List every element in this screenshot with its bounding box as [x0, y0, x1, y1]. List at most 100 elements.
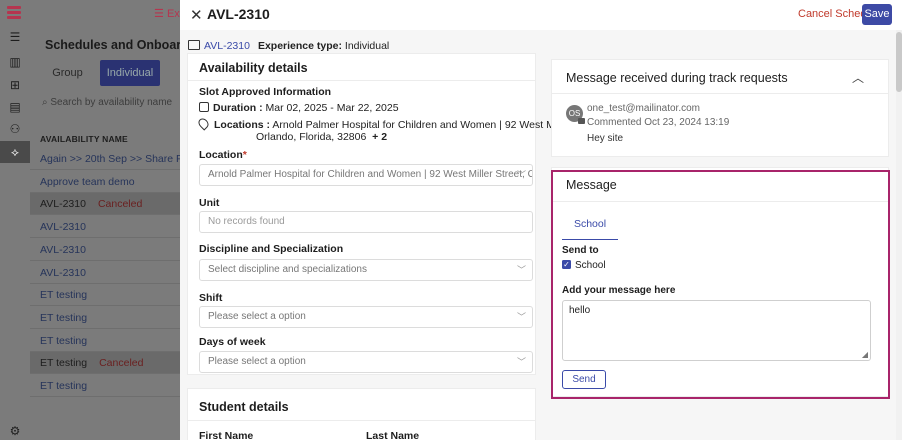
list-item-name: Again >> 20th Sep >> Share Profile Testi [40, 153, 180, 165]
tab-group[interactable]: Group [40, 60, 95, 86]
message-text: hello [569, 305, 591, 316]
list-item-name: ET testing [40, 289, 88, 302]
discipline-select[interactable]: Select discipline and specializations ﹀ [199, 259, 533, 281]
message-textarea[interactable]: hello ◢ [562, 300, 871, 361]
duration-row: Duration : Mar 02, 2025 - Mar 22, 2025 [199, 102, 399, 114]
tab-school[interactable]: School [562, 214, 618, 240]
divider [552, 93, 888, 94]
close-icon[interactable]: ✕ [190, 6, 203, 24]
list-item-name: ET testing [40, 357, 88, 370]
chevron-down-icon: ﹀ [516, 170, 526, 180]
list-header: Schedules and Onboarding [45, 38, 180, 52]
message-received-card: Message received during track requests ︿… [551, 59, 889, 157]
list-item[interactable]: ET testing Canceled [30, 352, 180, 375]
school-checkbox[interactable]: ✓ [562, 260, 571, 269]
list-item[interactable]: ET testing [30, 307, 180, 329]
school-checkbox-label: School [575, 260, 606, 271]
student-title: Student details [199, 400, 289, 414]
list-item[interactable]: AVL-2310 [30, 239, 180, 261]
resize-handle-icon[interactable]: ◢ [862, 350, 868, 359]
chevron-down-icon: ﹀ [516, 265, 526, 275]
location-label: Location* [199, 149, 247, 161]
schedules-icon[interactable]: ⟡ [0, 141, 30, 163]
list-item[interactable]: ET testing [30, 330, 180, 352]
list-item[interactable]: Again >> 20th Sep >> Share Profile Testi [30, 148, 180, 170]
calendar-icon [199, 102, 209, 112]
drawer-scrollbar[interactable] [896, 30, 902, 440]
duration-value: Mar 02, 2025 - Mar 22, 2025 [265, 102, 399, 114]
drawer-title: AVL-2310 [207, 6, 270, 22]
add-document-icon[interactable]: ⊞ [8, 78, 22, 92]
list-item-name: AVL-2310 [40, 243, 86, 256]
shift-placeholder: Please select a option [208, 311, 306, 322]
list-item[interactable]: AVL-2310 Canceled [30, 193, 180, 216]
menu-icon[interactable]: ☰ [8, 30, 22, 44]
list-item[interactable]: ET testing [30, 284, 180, 307]
locations-row: Locations : Arnold Palmer Hospital for C… [196, 116, 605, 131]
more-locations-badge[interactable]: + 2 [372, 131, 387, 143]
send-button[interactable]: Send [562, 370, 606, 389]
discipline-label: Discipline and Specialization [199, 243, 344, 255]
message-label: Add your message here [562, 285, 676, 296]
list-tabs: Group Individual [40, 60, 180, 90]
collapse-icon[interactable]: ︿ [852, 69, 864, 86]
days-placeholder: Please select a option [208, 356, 306, 367]
save-button[interactable]: Save [862, 4, 892, 25]
status-badge: Canceled [97, 198, 143, 211]
location-pin-icon [196, 116, 211, 131]
list-item-name: ET testing [40, 380, 88, 392]
list-search[interactable]: ⌕ Search by availability name [42, 97, 172, 108]
divider [188, 420, 535, 421]
comment-date: Commented Oct 23, 2024 13:19 [587, 117, 730, 128]
required-marker: * [242, 149, 247, 161]
first-name-label: First Name [199, 430, 254, 440]
send-to-label: Send to [562, 245, 599, 256]
schedule-drawer: ✕ AVL-2310 Cancel Schedule Save AVL-2310… [180, 0, 902, 440]
message-title: Message [566, 178, 617, 192]
location-select[interactable]: Arnold Palmer Hospital for Children and … [199, 164, 533, 186]
analytics-icon[interactable]: ▥ [8, 55, 22, 69]
shift-select[interactable]: Please select a option ﹀ [199, 306, 533, 328]
list-item[interactable]: Approve team demo [30, 171, 180, 193]
list-item-name: Approve team demo [40, 175, 135, 188]
app-logo [7, 6, 21, 22]
days-label: Days of week [199, 336, 266, 348]
availability-id-link[interactable]: AVL-2310 [204, 40, 250, 52]
last-name-label: Last Name [366, 430, 420, 440]
comment-body: Hey site [587, 133, 624, 144]
shift-label: Shift [199, 292, 223, 304]
settings-icon[interactable]: ⚙ [8, 424, 22, 438]
experience-type-label: Experience type: [257, 40, 342, 52]
slot-title: Slot Approved Information [199, 86, 332, 98]
drawer-header: ✕ AVL-2310 Cancel Schedule Save [180, 0, 902, 30]
list-item[interactable]: AVL-2310 [30, 262, 180, 284]
chevron-down-icon: ﹀ [516, 357, 526, 367]
list-item-name: ET testing [40, 311, 88, 324]
list-item[interactable]: ET testing [30, 375, 180, 397]
status-badge: Canceled [99, 357, 144, 370]
divider [188, 80, 535, 81]
divider [552, 201, 888, 202]
message-composer-card: Message School Send to ✓ School Add your… [551, 167, 889, 397]
breadcrumb: AVL-2310 Experience type: Individual [188, 40, 389, 52]
duration-label: Duration : [213, 102, 263, 114]
list-item-name: AVL-2310 [40, 221, 86, 234]
locations-row-2: Orlando, Florida, 32806 + 2 [256, 131, 387, 143]
unit-field[interactable]: No records found [199, 211, 533, 233]
nav-rail: ☰ ▥ ⊞ ▤ ⚇ ⟡ ⚙ [0, 0, 30, 440]
list-item[interactable]: AVL-2310 [30, 216, 180, 239]
availability-title: Availability details [199, 61, 308, 75]
days-select[interactable]: Please select a option ﹀ [199, 351, 533, 373]
team-icon[interactable]: ⚇ [8, 122, 22, 136]
document-icon[interactable]: ▤ [8, 100, 22, 114]
comment-author: one_test@mailinator.com [587, 103, 700, 114]
availability-details-card: Availability details Slot Approved Infor… [187, 53, 605, 375]
unit-value: No records found [208, 216, 285, 227]
locations-label: Locations : [214, 119, 271, 131]
tab-individual[interactable]: Individual [100, 60, 160, 86]
chevron-down-icon: ﹀ [516, 312, 526, 322]
comment-icon [578, 118, 585, 124]
discipline-placeholder: Select discipline and specializations [208, 264, 367, 275]
location-select-value: Arnold Palmer Hospital for Children and … [208, 169, 532, 180]
locations-line2: Orlando, Florida, 32806 [256, 131, 367, 143]
